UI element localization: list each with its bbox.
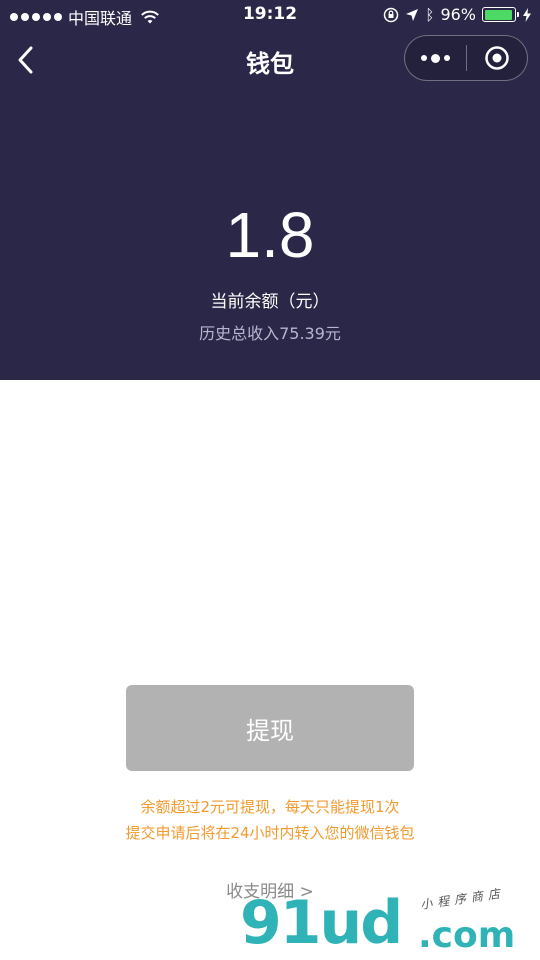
withdraw-notice-line1: 余额超过2元可提现，每天只能提现1次 [140,798,400,816]
watermark-domain: .com [418,915,516,956]
battery-percent: 96% [440,5,476,24]
transaction-details-link[interactable]: 收支明细 > [0,877,540,902]
mini-program-capsule [404,35,528,81]
status-bar: 中国联通 19:12 ᛒ 96% [0,0,540,30]
wallet-header: 中国联通 19:12 ᛒ 96% 钱包 1.8 当前余额（元） 历史总收入75.… [0,0,540,380]
withdraw-notice-line2: 提交申请后将在24小时内转入您的微信钱包 [125,824,415,842]
status-right: ᛒ 96% [383,5,532,24]
nav-bar: 钱包 [0,30,540,90]
charging-bolt-icon [523,7,531,22]
target-close-icon [485,46,509,70]
balance-label: 当前余额（元） [210,292,330,312]
location-arrow-icon [406,8,419,21]
history-income: 历史总收入75.39元 [199,324,341,343]
rotation-lock-icon [384,7,399,22]
close-button[interactable] [467,36,527,80]
withdraw-button[interactable]: 提现 [126,685,414,771]
bluetooth-icon: ᛒ [425,5,435,24]
battery-level [484,9,513,20]
more-button[interactable] [405,36,466,80]
balance-amount: 1.8 [225,199,315,271]
battery-icon [482,7,519,22]
